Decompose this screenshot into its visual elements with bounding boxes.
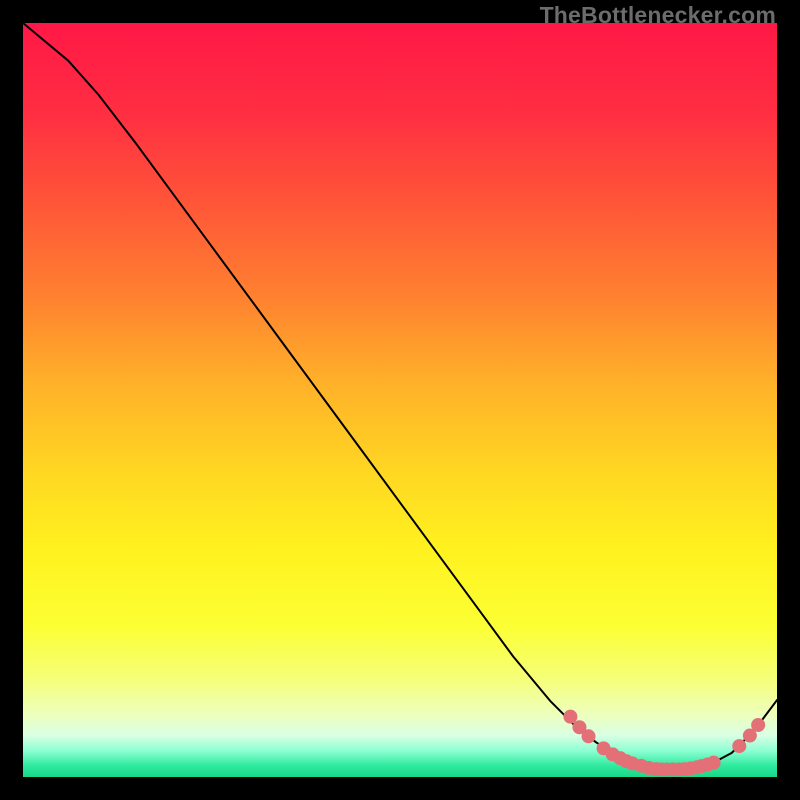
gradient-background — [23, 23, 777, 777]
chart-svg — [23, 23, 777, 777]
data-marker — [582, 729, 596, 743]
data-marker — [707, 756, 721, 770]
data-marker — [563, 710, 577, 724]
attribution-label: TheBottlenecker.com — [540, 2, 776, 29]
data-marker — [751, 718, 765, 732]
data-marker — [732, 739, 746, 753]
plot-area — [23, 23, 777, 777]
chart-stage: TheBottlenecker.com — [0, 0, 800, 800]
